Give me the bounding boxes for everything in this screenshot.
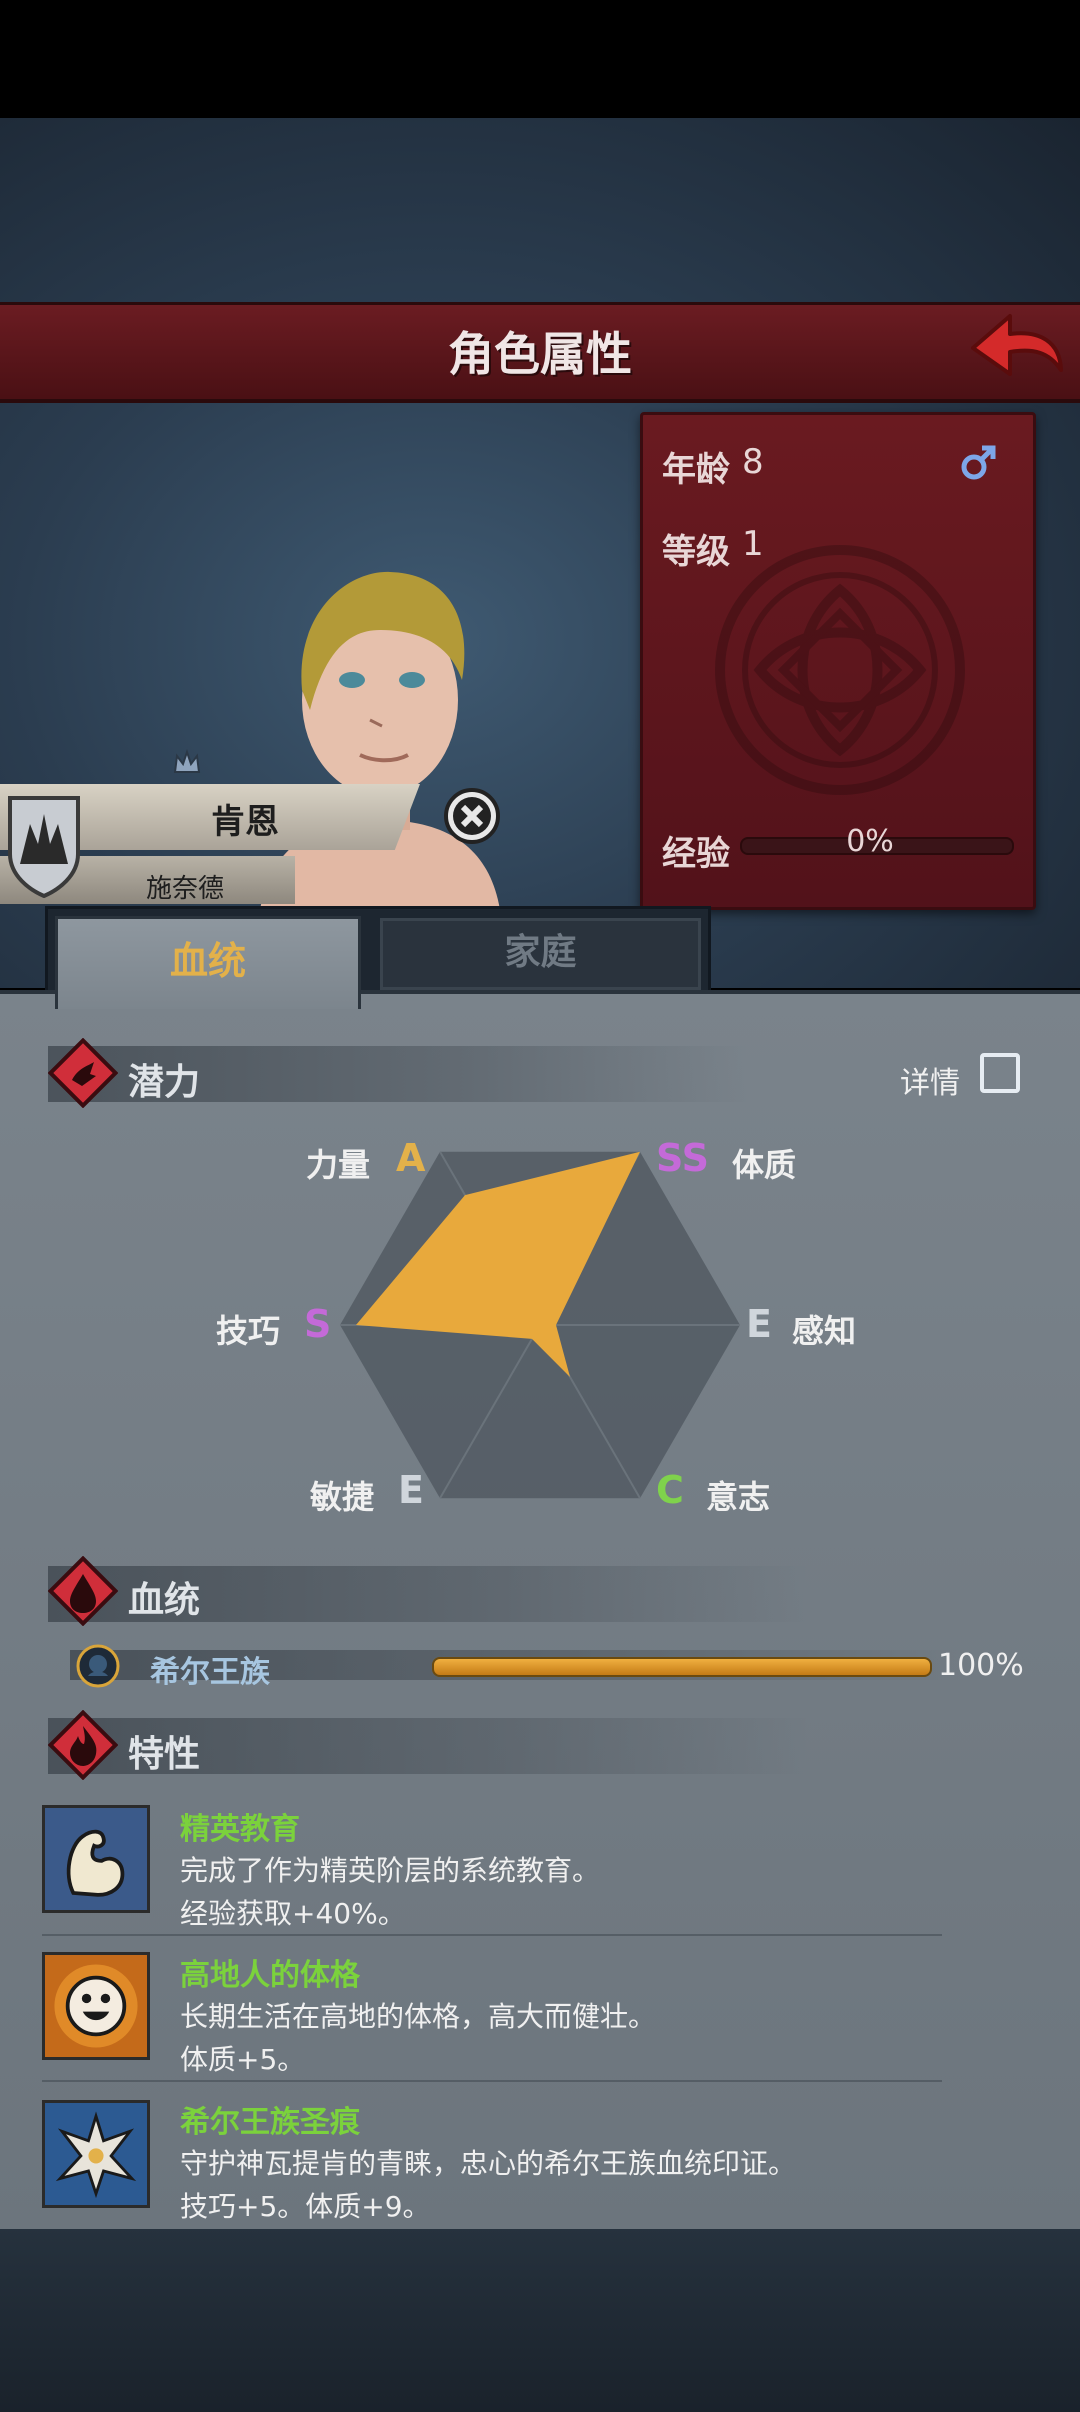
trait-name: 希尔王族圣痕	[180, 2105, 360, 2140]
page-title: 角色属性	[448, 327, 632, 381]
trait-effect: 体质+5。	[180, 2043, 306, 2076]
crown-icon	[173, 748, 201, 773]
detail-checkbox[interactable]	[980, 1053, 1020, 1093]
blood-drop-icon	[48, 1556, 118, 1626]
axis-strength-grade: A	[396, 1136, 426, 1180]
tab-lineage[interactable]: 血统	[55, 916, 361, 1009]
trait-description: 完成了作为精英阶层的系统教育。	[180, 1854, 601, 1887]
exp-label: 经验	[662, 834, 730, 874]
wolf-claw-icon	[42, 2100, 150, 2208]
flame-icon	[48, 1710, 118, 1780]
detail-label: 详情	[900, 1066, 960, 1101]
exp-value: 0%	[846, 824, 894, 859]
back-button[interactable]	[965, 308, 1065, 388]
tab-family[interactable]: 家庭	[380, 918, 701, 990]
potential-title: 潜力	[128, 1062, 201, 1103]
dismiss-button[interactable]	[443, 787, 501, 845]
character-name: 肯恩	[211, 802, 279, 842]
trait-name: 高地人的体格	[180, 1958, 360, 1993]
age-value: 8	[742, 442, 764, 482]
axis-skill-grade: S	[304, 1302, 332, 1346]
lineage-name: 希尔王族	[150, 1655, 270, 1690]
level-value: 1	[742, 524, 764, 564]
trait-effect: 技巧+5。体质+9。	[180, 2190, 431, 2223]
close-icon	[444, 788, 500, 844]
trait-divider	[42, 2080, 942, 2082]
axis-constitution-grade: SS	[656, 1136, 710, 1180]
axis-perception-label: 感知	[792, 1312, 857, 1350]
traits-title: 特性	[128, 1734, 201, 1775]
axis-agility-grade: E	[398, 1468, 424, 1512]
age-label: 年龄	[662, 450, 730, 490]
axis-skill-label: 技巧	[216, 1312, 281, 1350]
axis-will-label: 意志	[706, 1478, 771, 1516]
lineage-percent: 100%	[938, 1648, 1024, 1683]
lineage-bar	[432, 1657, 932, 1677]
axis-perception-grade: E	[746, 1302, 772, 1346]
trait-name: 精英教育	[180, 1812, 300, 1847]
bottom-background	[0, 2225, 1080, 2412]
back-arrow-icon	[971, 314, 1063, 376]
axis-agility-label: 敏捷	[310, 1478, 375, 1516]
potential-icon	[48, 1038, 118, 1108]
level-label: 等级	[662, 532, 730, 572]
arm-muscle-icon	[42, 1805, 150, 1913]
trait-divider	[42, 1934, 942, 1936]
celtic-knot-emblem	[715, 545, 965, 795]
trait-description: 长期生活在高地的体格，高大而健壮。	[180, 2000, 657, 2033]
trait-description: 守护神瓦提肯的青睐，忠心的希尔王族血统印证。	[180, 2147, 797, 2180]
hill-clan-icon	[76, 1644, 120, 1688]
axis-constitution-label: 体质	[732, 1146, 797, 1184]
male-symbol-icon	[961, 445, 996, 480]
axis-strength-label: 力量	[306, 1146, 371, 1184]
axis-will-grade: C	[656, 1468, 684, 1512]
trait-effect: 经验获取+40%。	[180, 1897, 406, 1930]
smiley-sun-icon	[42, 1952, 150, 2060]
family-name: 施奈德	[145, 874, 224, 904]
lineage-title: 血统	[128, 1580, 201, 1621]
clan-emblem-icon	[8, 796, 80, 898]
status-bar-area	[0, 0, 1080, 118]
